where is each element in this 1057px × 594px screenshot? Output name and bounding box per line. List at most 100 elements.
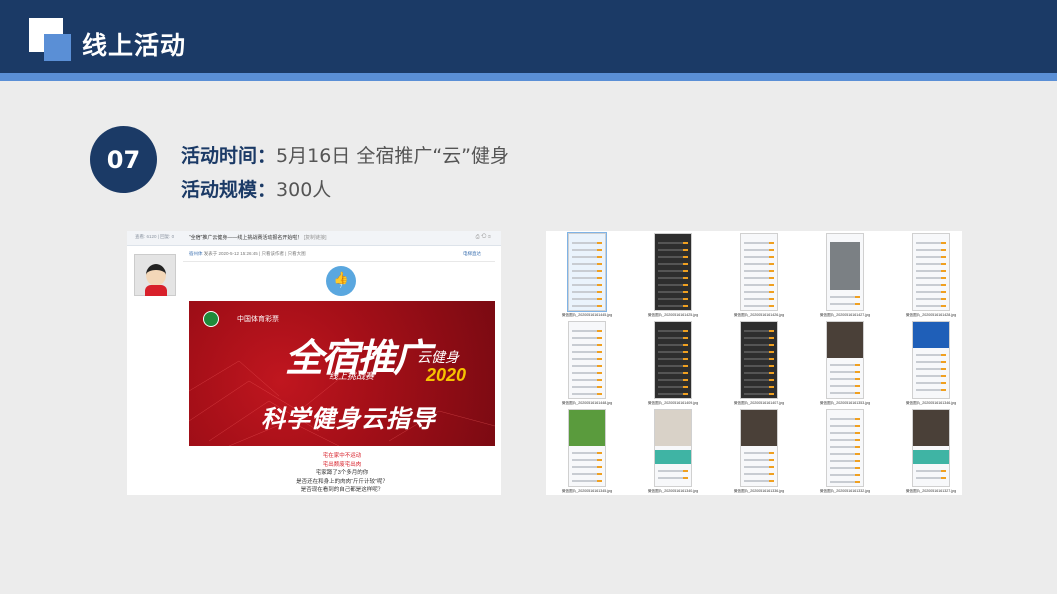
poster-year: 2020 <box>426 365 467 385</box>
thumb-row-value <box>683 249 688 251</box>
poster-online-label: 线上挑战赛 <box>329 371 375 381</box>
thumb-row-value <box>941 277 946 279</box>
thumb-row-value <box>683 291 688 293</box>
forum-thread-title[interactable]: “全宿”推广云健身——线上挑战赛活动报名开始啦！ [复制链接] <box>189 234 327 241</box>
page-title: 线上活动 <box>82 31 187 60</box>
file-name-label[interactable]: 微信图片_20200516161346.jpg <box>899 401 962 406</box>
thumb-row-value <box>597 249 602 251</box>
thumb-row-value <box>683 351 688 353</box>
thumb-row-value <box>769 291 774 293</box>
image-thumbnail[interactable] <box>568 409 606 487</box>
thumb-row-value <box>683 365 688 367</box>
thumb-row-value <box>769 372 774 374</box>
meta-divider <box>183 261 495 262</box>
thumb-row-value <box>769 284 774 286</box>
forum-topbar: 查看: 6120 | 回复: 0 “全宿”推广云健身——线上挑战赛活动报名开始啦… <box>127 231 501 246</box>
thumb-row-value <box>683 256 688 258</box>
image-thumbnail[interactable] <box>912 233 950 311</box>
thumb-row-value <box>683 372 688 374</box>
image-thumbnail[interactable] <box>568 321 606 399</box>
file-browser-screenshot: 微信图片_20200516161445.jpg 微信图片_202005161614… <box>546 231 962 495</box>
image-thumbnail[interactable] <box>912 321 950 399</box>
post-meta-text: 发表于 2020-5-12 15:26:45 | 只看该作者 | 只看大图 <box>203 251 306 256</box>
thumb-row-value <box>597 291 602 293</box>
image-thumbnail[interactable] <box>826 321 864 399</box>
lottery-logo-icon <box>203 311 219 327</box>
thumb-row-value <box>597 365 602 367</box>
thumb-row-value <box>683 344 688 346</box>
thumb-row-value <box>769 298 774 300</box>
image-thumbnail[interactable] <box>567 232 607 312</box>
thumb-row-value <box>683 470 688 472</box>
thumb-row-value <box>683 379 688 381</box>
image-thumbnail[interactable] <box>740 233 778 311</box>
thumb-banner <box>913 322 949 348</box>
file-name-label[interactable]: 微信图片_20200516161448.jpg <box>555 401 619 406</box>
file-name-label[interactable]: 微信图片_20200516161340.jpg <box>641 489 705 494</box>
thumb-row-value <box>597 242 602 244</box>
thumb-photo <box>913 410 949 446</box>
thumb-row-value <box>941 270 946 272</box>
thumb-row-value <box>597 466 602 468</box>
thumb-row-value <box>769 379 774 381</box>
thumb-row-value <box>597 337 602 339</box>
thumb-row-value <box>855 371 860 373</box>
thumb-chart <box>913 450 949 464</box>
forum-tool-icons[interactable]: ⎙ ⟲ ⊙ <box>476 234 491 240</box>
file-name-label[interactable]: 微信图片_20200516161332.jpg <box>813 489 877 494</box>
thumb-row-value <box>769 344 774 346</box>
thumb-row-value <box>769 358 774 360</box>
thumb-row-value <box>769 249 774 251</box>
thumb-row-value <box>769 305 774 307</box>
thumb-row-value <box>855 432 860 434</box>
image-thumbnail[interactable] <box>654 233 692 311</box>
forum-thread-title-text: “全宿”推广云健身——线上挑战赛活动报名开始啦！ <box>189 235 303 241</box>
image-thumbnail[interactable] <box>654 321 692 399</box>
copy-link[interactable]: [复制链接] <box>304 235 327 241</box>
thumb-map <box>830 242 860 290</box>
file-name-label[interactable]: 微信图片_20200516161345.jpg <box>555 489 619 494</box>
file-name-label[interactable]: 微信图片_20200516161445.jpg <box>555 313 619 318</box>
author-name[interactable]: 宿州体 <box>189 251 203 256</box>
image-thumbnail[interactable] <box>740 409 778 487</box>
post-body: 宅在家中不运动 宅出颓废宅出肉 宅家蹲了3个多月的你 是否还在和身上的肉肉“斤斤… <box>189 452 495 495</box>
thumb-row-value <box>941 354 946 356</box>
activity-scale-line: 活动规模：300人 <box>181 175 331 202</box>
file-name-label[interactable]: 微信图片_20200516161336.jpg <box>727 489 791 494</box>
thumb-row-value <box>941 368 946 370</box>
file-name-label[interactable]: 微信图片_20200516161427.jpg <box>813 313 877 318</box>
thumb-row-value <box>941 389 946 391</box>
jump-to-floor[interactable]: 电梯直达 <box>463 251 481 257</box>
thumb-row-value <box>941 298 946 300</box>
image-thumbnail[interactable] <box>740 321 778 399</box>
thumb-row-value <box>941 375 946 377</box>
activity-scale-label: 活动规模： <box>181 179 277 201</box>
file-name-label[interactable]: 微信图片_20200516161353.jpg <box>813 401 877 406</box>
file-name-label[interactable]: 微信图片_20200516161425.jpg <box>641 313 705 318</box>
image-thumbnail[interactable] <box>654 409 692 487</box>
thumb-row-value <box>855 425 860 427</box>
thumb-row-value <box>941 470 946 472</box>
thumb-row-value <box>683 242 688 244</box>
thumb-row-value <box>769 351 774 353</box>
thumb-row-value <box>769 386 774 388</box>
author-avatar[interactable] <box>134 254 176 296</box>
like-button[interactable]: 👍 7 <box>326 266 356 296</box>
image-thumbnail[interactable] <box>912 409 950 487</box>
thumb-row-value <box>941 305 946 307</box>
file-name-label[interactable]: 微信图片_20200516161407.jpg <box>727 401 791 406</box>
file-name-label[interactable]: 微信图片_20200516161409.jpg <box>641 401 705 406</box>
file-name-label[interactable]: 微信图片_20200516161426.jpg <box>727 313 791 318</box>
avatar-body <box>145 285 167 296</box>
thumb-row-value <box>597 263 602 265</box>
thumb-row-value <box>683 358 688 360</box>
file-name-label[interactable]: 微信图片_20200516161327.jpg <box>899 489 962 494</box>
forum-view-count: 查看: 6120 | 回复: 0 <box>135 234 175 239</box>
thumb-row-value <box>855 303 860 305</box>
file-name-label[interactable]: 微信图片_20200516161428.jpg <box>899 313 962 318</box>
section-number-badge: 07 <box>90 126 157 193</box>
image-thumbnail[interactable] <box>826 233 864 311</box>
thumb-row-value <box>855 385 860 387</box>
thumb-row-value <box>769 277 774 279</box>
image-thumbnail[interactable] <box>826 409 864 487</box>
